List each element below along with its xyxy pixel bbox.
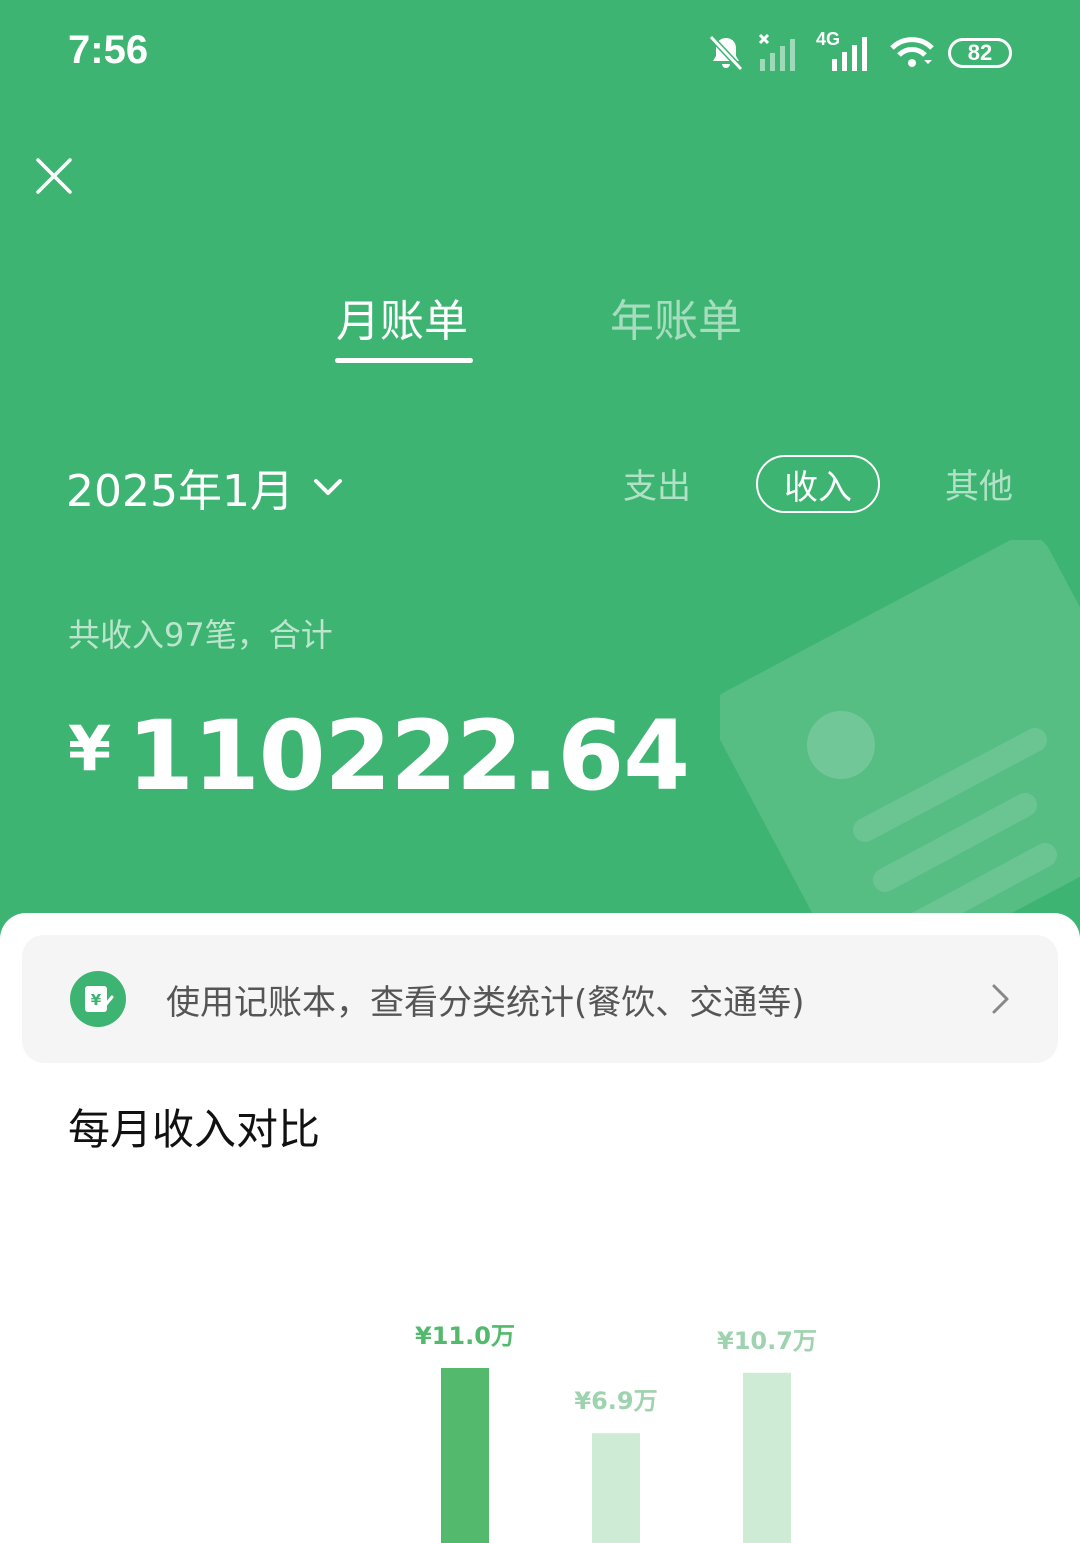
signal-4g-icon: 4G: [816, 29, 876, 73]
bar-0[interactable]: [441, 1368, 489, 1543]
wifi-icon: [890, 37, 934, 67]
income-summary: 共收入97笔，合计: [68, 616, 333, 654]
signal-no-service-icon: [758, 33, 795, 71]
currency-symbol: ¥: [68, 712, 112, 785]
filter-other[interactable]: 其他: [945, 459, 1013, 508]
bar-label-0: ¥11.0万: [415, 1322, 515, 1350]
total-amount: ¥ 110222.64: [68, 700, 690, 812]
bar-label-2: ¥10.7万: [717, 1327, 817, 1355]
chevron-down-icon: [313, 479, 342, 495]
active-tab-indicator: [335, 358, 473, 363]
content-card: ¥ 使用记账本，查看分类统计(餐饮、交通等) 每月收入对比 ¥11.0万 ¥6.9…: [0, 913, 1080, 1543]
month-selector[interactable]: 2025年1月: [66, 455, 344, 519]
status-icons: 4G 82: [708, 28, 1012, 78]
receipt-illustration: [720, 540, 1080, 940]
filter-expense[interactable]: 支出: [623, 459, 691, 508]
filter-income[interactable]: 收入: [756, 455, 880, 513]
bell-muted-icon: [708, 34, 744, 72]
amount-value: 110222.64: [127, 700, 690, 812]
bar-label-1: ¥6.9万: [574, 1387, 657, 1415]
monthly-income-chart: ¥11.0万 ¥6.9万 ¥10.7万: [415, 1322, 817, 1543]
tab-yearly-bill[interactable]: 年账单: [610, 285, 742, 349]
month-label: 2025年1月: [66, 466, 294, 517]
header: 7:56 4G 82 月账单 年账单 2025年1月 支出 收入 其他 共收入9…: [0, 0, 1080, 940]
bar-1[interactable]: [592, 1433, 640, 1543]
battery-icon: 82: [948, 38, 1012, 68]
bar-2[interactable]: [743, 1372, 791, 1543]
close-icon[interactable]: [28, 150, 80, 202]
status-time: 7:56: [68, 28, 149, 72]
tab-monthly-bill[interactable]: 月账单: [336, 285, 468, 349]
